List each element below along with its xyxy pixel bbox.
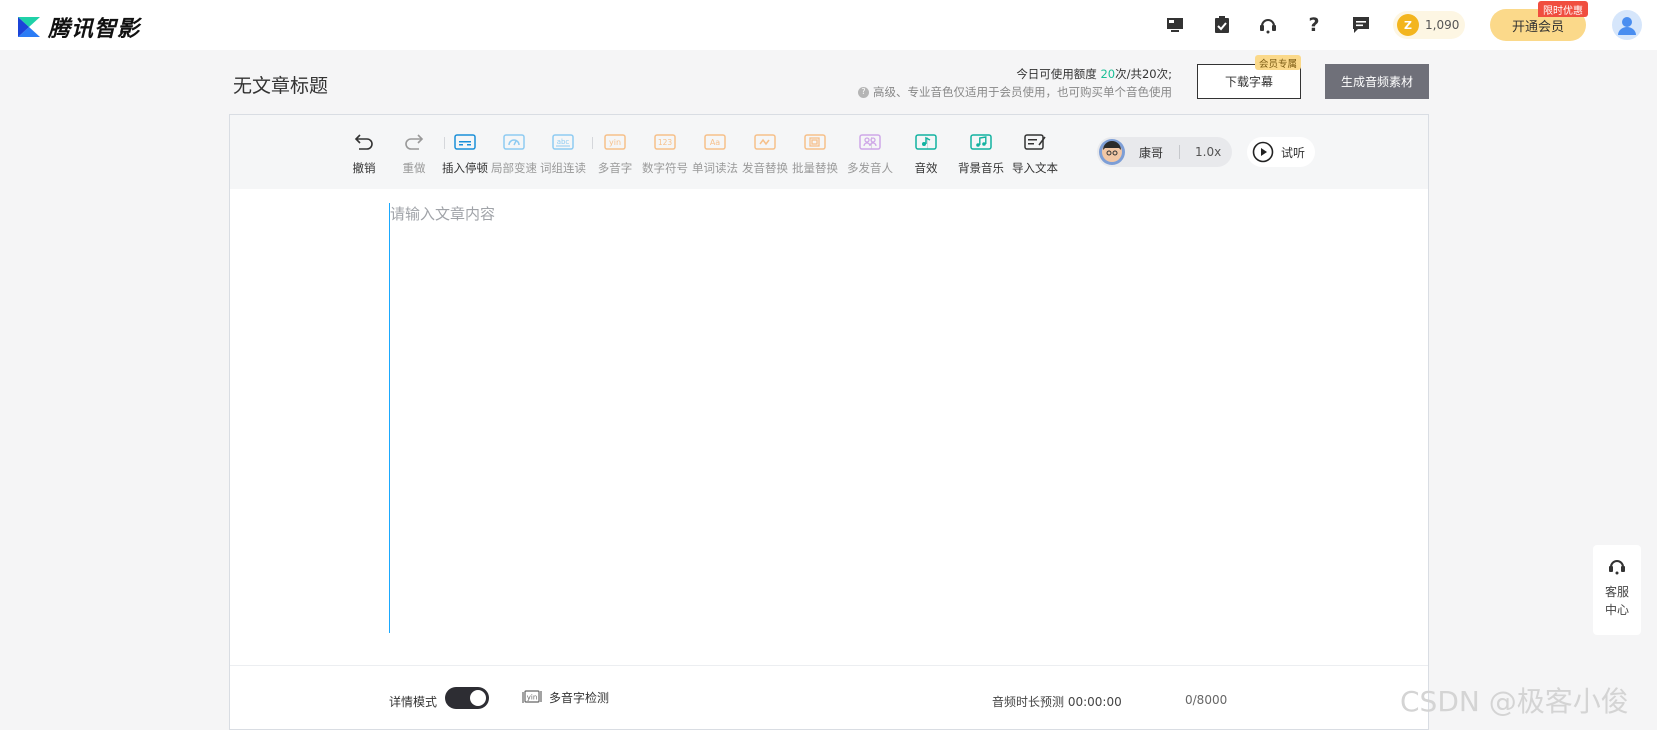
insert-pause-button[interactable]: 插入停顿 [437,129,493,176]
batch-icon [802,129,828,155]
detail-mode-toggle[interactable] [445,687,489,709]
number-symbol-label: 数字符号 [642,161,688,175]
app-name: 腾讯智影 [48,17,141,42]
detail-mode-label: 详情模式 [389,695,438,709]
multi-speaker-button[interactable]: 多发音人 [842,129,898,176]
quota-prefix: 今日可使用额度 [1016,67,1101,81]
headset-icon[interactable] [1257,14,1279,36]
batch-replace-button[interactable]: 批量替换 [787,129,843,176]
play-icon [1252,141,1274,163]
quota-suffix: 次/共20次; [1115,67,1172,81]
word-reading-button[interactable]: Aa 单词读法 [687,129,743,176]
abc-icon: abc [550,129,576,155]
sound-effect-button[interactable]: 音效 [898,129,954,176]
char-count: 0/8000 [1185,693,1228,707]
background-music-label: 背景音乐 [958,161,1004,175]
document-title[interactable]: 无文章标题 [233,71,328,98]
svg-text:Aa: Aa [710,138,720,147]
sound-effect-label: 音效 [914,161,938,175]
service-line-2: 中心 [1604,603,1629,617]
voice-divider [1179,145,1180,159]
sound-effect-icon [913,129,939,155]
local-speed-label: 局部变速 [491,161,537,175]
article-placeholder: 请输入文章内容 [390,205,496,223]
svg-text:yin: yin [527,694,538,702]
editor-footer: 详情模式 yin 多音字检测 音频时长预测 00:00:00 0/8000 [230,666,1428,730]
batch-replace-label: 批量替换 [792,161,838,175]
import-text-icon [1022,129,1048,155]
customer-service-button[interactable]: 客服 中心 [1593,545,1641,635]
message-icon[interactable] [1350,14,1372,36]
number-symbol-button[interactable]: 123 数字符号 [637,129,693,176]
import-text-button[interactable]: 导入文本 [1007,129,1063,176]
polyphone-check-label: 多音字检测 [549,690,610,705]
word-reading-label: 单词读法 [692,161,738,175]
question-icon: ? [858,86,869,98]
redo-button[interactable]: 重做 [386,129,442,176]
voice-speed[interactable]: 1.0x [1195,145,1221,159]
multi-speaker-label: 多发音人 [847,161,893,175]
insert-pause-label: 插入停顿 [442,161,488,175]
watermark: CSDN @极客小俊 [1400,685,1629,718]
quota-note: 高级、专业音色仅适用于会员使用，也可购买单个音色使用 [873,85,1172,99]
quota-used: 20 [1100,67,1116,81]
music-note-icon [968,129,994,155]
top-bar: 腾讯智影 ? Z 1,090 开通会员 限时优惠 [0,0,1657,50]
svg-text:123: 123 [658,138,673,147]
coin-icon: Z [1397,14,1419,36]
clipboard-check-icon[interactable] [1211,14,1233,36]
speedometer-icon [501,129,527,155]
duration-value: 00:00:00 [1067,695,1122,709]
yin-check-icon: yin [522,690,542,703]
voice-avatar [1099,139,1125,165]
app-logo[interactable]: 腾讯智影 [16,11,140,43]
duration-label: 音频时长预测 [992,695,1065,709]
number-123-icon: 123 [652,129,678,155]
background-music-button[interactable]: 背景音乐 [953,129,1009,176]
editor-toolbar: 撤销 重做 插入停顿 局部变速 abc 词组连读 yin 多音字 123 数字符… [230,115,1428,189]
help-icon[interactable]: ? [1303,14,1325,36]
local-speed-button[interactable]: 局部变速 [486,129,542,176]
yin-icon: yin [602,129,628,155]
import-text-label: 导入文本 [1012,161,1058,175]
redo-label: 重做 [402,161,426,175]
svg-text:yin: yin [609,138,621,147]
listen-button[interactable]: 试听 [1247,137,1315,167]
undo-icon [351,129,377,155]
service-line-1: 客服 [1604,585,1629,599]
monitor-icon[interactable] [1164,14,1186,36]
listen-label: 试听 [1281,145,1306,160]
quota-info: 今日可使用额度 20次/共20次; ? 高级、专业音色仅适用于会员使用，也可购买… [858,65,1172,101]
limited-offer-badge: 限时优惠 [1538,1,1588,17]
replace-icon [752,129,778,155]
aa-icon: Aa [702,129,728,155]
word-link-label: 词组连读 [540,161,586,175]
toggle-knob [470,690,486,706]
polyphone-label: 多音字 [597,161,633,175]
headset-icon [1609,560,1625,575]
member-only-badge: 会员专属 [1255,55,1302,70]
svg-text:abc: abc [557,138,570,146]
voice-selector[interactable]: 康哥 1.0x [1097,137,1232,167]
undo-button[interactable]: 撤销 [336,129,392,176]
undo-label: 撤销 [352,161,376,175]
pronunciation-replace-label: 发音替换 [742,161,788,175]
coin-count: 1,090 [1425,18,1460,32]
pronunciation-replace-button[interactable]: 发音替换 [737,129,793,176]
article-content-input[interactable]: 请输入文章内容 [389,203,1269,633]
audio-duration: 音频时长预测 00:00:00 [992,693,1122,710]
coin-balance[interactable]: Z 1,090 [1393,11,1465,39]
polyphone-button[interactable]: yin 多音字 [587,129,643,176]
redo-icon [401,129,427,155]
pause-insert-icon [452,129,478,155]
users-icon [857,129,883,155]
polyphone-check-button[interactable]: yin 多音字检测 [521,688,609,706]
voice-name: 康哥 [1139,145,1164,160]
user-avatar[interactable] [1612,10,1642,40]
logo-icon [18,17,40,37]
editor-panel: 撤销 重做 插入停顿 局部变速 abc 词组连读 yin 多音字 123 数字符… [229,114,1429,730]
word-link-button[interactable]: abc 词组连读 [535,129,591,176]
generate-audio-button[interactable]: 生成音频素材 [1325,64,1429,99]
